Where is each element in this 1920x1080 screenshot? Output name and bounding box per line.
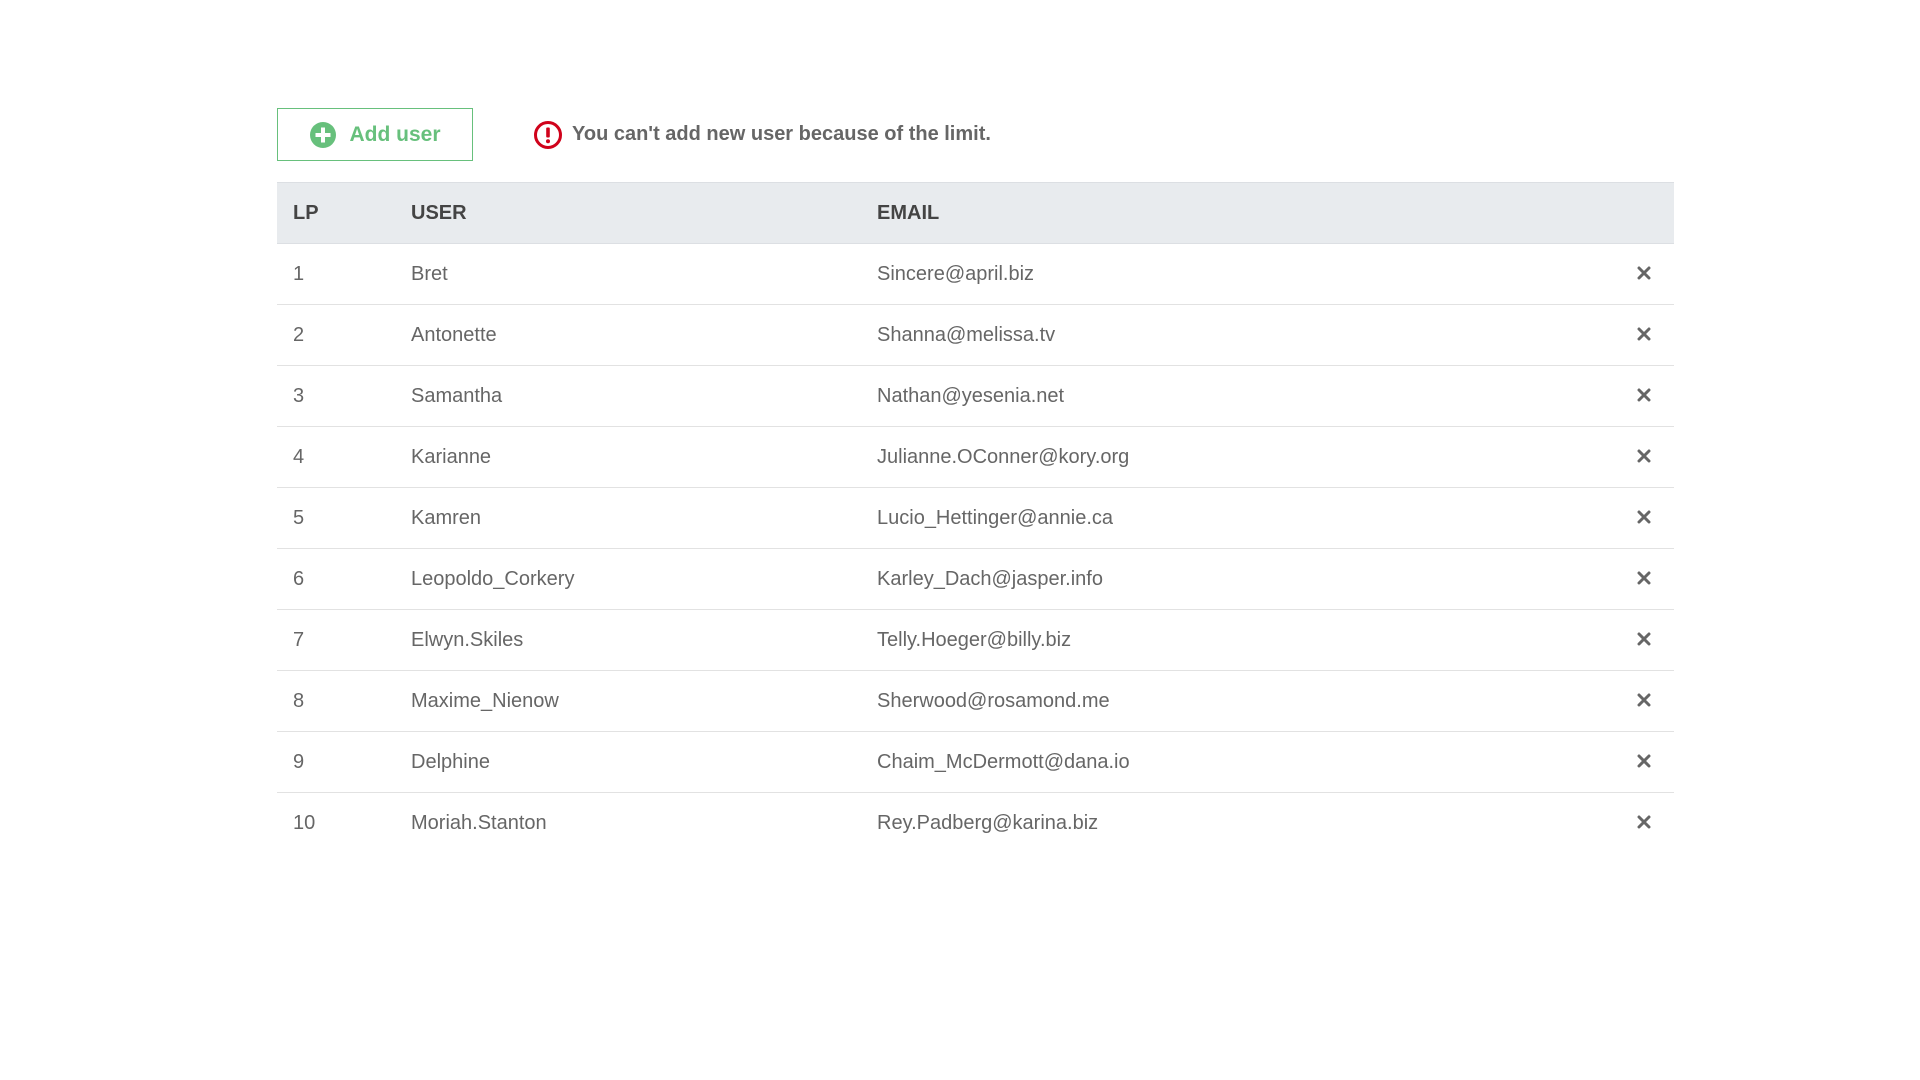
row-user: Karianne [411, 445, 492, 468]
users-panel: Add user You can't add new user because … [277, 108, 1674, 854]
column-header-lp: LP [277, 182, 411, 244]
close-icon[interactable] [1634, 690, 1654, 710]
row-email: Julianne.OConner@kory.org [877, 445, 1130, 468]
row-user: Kamren [411, 506, 482, 529]
row-lp: 7 [293, 628, 305, 651]
table-row: 4 Karianne Julianne.OConner@kory.org [277, 427, 1674, 488]
limit-warning-text: You can't add new user because of the li… [572, 123, 991, 145]
close-icon[interactable] [1634, 629, 1654, 649]
row-user: Delphine [411, 750, 490, 773]
plus-circle-icon [309, 121, 337, 149]
row-actions [1614, 244, 1674, 305]
table-row: 5 Kamren Lucio_Hettinger@annie.ca [277, 488, 1674, 549]
toolbar: Add user You can't add new user because … [277, 108, 1674, 161]
row-email: Sherwood@rosamond.me [877, 689, 1110, 712]
row-user: Maxime_Nienow [411, 689, 559, 712]
row-user: Moriah.Stanton [411, 811, 547, 834]
row-lp: 8 [293, 689, 305, 712]
table-row: 2 Antonette Shanna@melissa.tv [277, 305, 1674, 366]
row-actions [1614, 488, 1674, 549]
row-actions [1614, 793, 1674, 854]
close-icon[interactable] [1634, 568, 1654, 588]
users-table: LP USER EMAIL 1 Bret Sincere@april.biz 2… [277, 182, 1674, 854]
table-row: 6 Leopoldo_Corkery Karley_Dach@jasper.in… [277, 549, 1674, 610]
close-icon[interactable] [1634, 446, 1654, 466]
table-row: 1 Bret Sincere@april.biz [277, 244, 1674, 305]
row-user: Antonette [411, 323, 497, 346]
row-lp: 3 [293, 384, 305, 407]
row-user: Samantha [411, 384, 503, 407]
column-header-actions [1614, 182, 1674, 244]
close-icon[interactable] [1634, 385, 1654, 405]
table-row: 8 Maxime_Nienow Sherwood@rosamond.me [277, 671, 1674, 732]
limit-warning: You can't add new user because of the li… [533, 120, 991, 150]
table-header: LP USER EMAIL [277, 182, 1674, 244]
row-email: Lucio_Hettinger@annie.ca [877, 506, 1114, 529]
add-user-button[interactable]: Add user [277, 108, 473, 161]
table-header-row: LP USER EMAIL [277, 182, 1674, 244]
row-lp: 6 [293, 567, 305, 590]
row-lp: 2 [293, 323, 305, 346]
row-lp: 10 [293, 811, 316, 834]
row-user: Elwyn.Skiles [411, 628, 524, 651]
row-lp: 5 [293, 506, 305, 529]
row-actions [1614, 671, 1674, 732]
table-body: 1 Bret Sincere@april.biz 2 Antonette Sha… [277, 244, 1674, 854]
row-actions [1614, 732, 1674, 793]
row-lp: 1 [293, 262, 305, 285]
row-actions [1614, 549, 1674, 610]
row-email: Chaim_McDermott@dana.io [877, 750, 1130, 773]
row-email: Shanna@melissa.tv [877, 323, 1056, 346]
row-user: Bret [411, 262, 448, 285]
close-icon[interactable] [1634, 507, 1654, 527]
exclamation-circle-icon [533, 120, 563, 150]
row-email: Telly.Hoeger@billy.biz [877, 628, 1072, 651]
row-lp: 9 [293, 750, 305, 773]
table-row: 9 Delphine Chaim_McDermott@dana.io [277, 732, 1674, 793]
close-icon[interactable] [1634, 324, 1654, 344]
row-actions [1614, 427, 1674, 488]
row-email: Karley_Dach@jasper.info [877, 567, 1103, 590]
row-email: Nathan@yesenia.net [877, 384, 1065, 407]
table-row: 7 Elwyn.Skiles Telly.Hoeger@billy.biz [277, 610, 1674, 671]
add-user-label: Add user [349, 122, 441, 146]
table-row: 10 Moriah.Stanton Rey.Padberg@karina.biz [277, 793, 1674, 854]
table-row: 3 Samantha Nathan@yesenia.net [277, 366, 1674, 427]
row-lp: 4 [293, 445, 305, 468]
row-actions [1614, 305, 1674, 366]
row-email: Sincere@april.biz [877, 262, 1035, 285]
close-icon[interactable] [1634, 812, 1654, 832]
column-header-email: EMAIL [877, 182, 1614, 244]
close-icon[interactable] [1634, 751, 1654, 771]
row-actions [1614, 610, 1674, 671]
column-header-user: USER [411, 182, 877, 244]
close-icon[interactable] [1634, 263, 1654, 283]
row-email: Rey.Padberg@karina.biz [877, 811, 1099, 834]
row-user: Leopoldo_Corkery [411, 567, 575, 590]
row-actions [1614, 366, 1674, 427]
